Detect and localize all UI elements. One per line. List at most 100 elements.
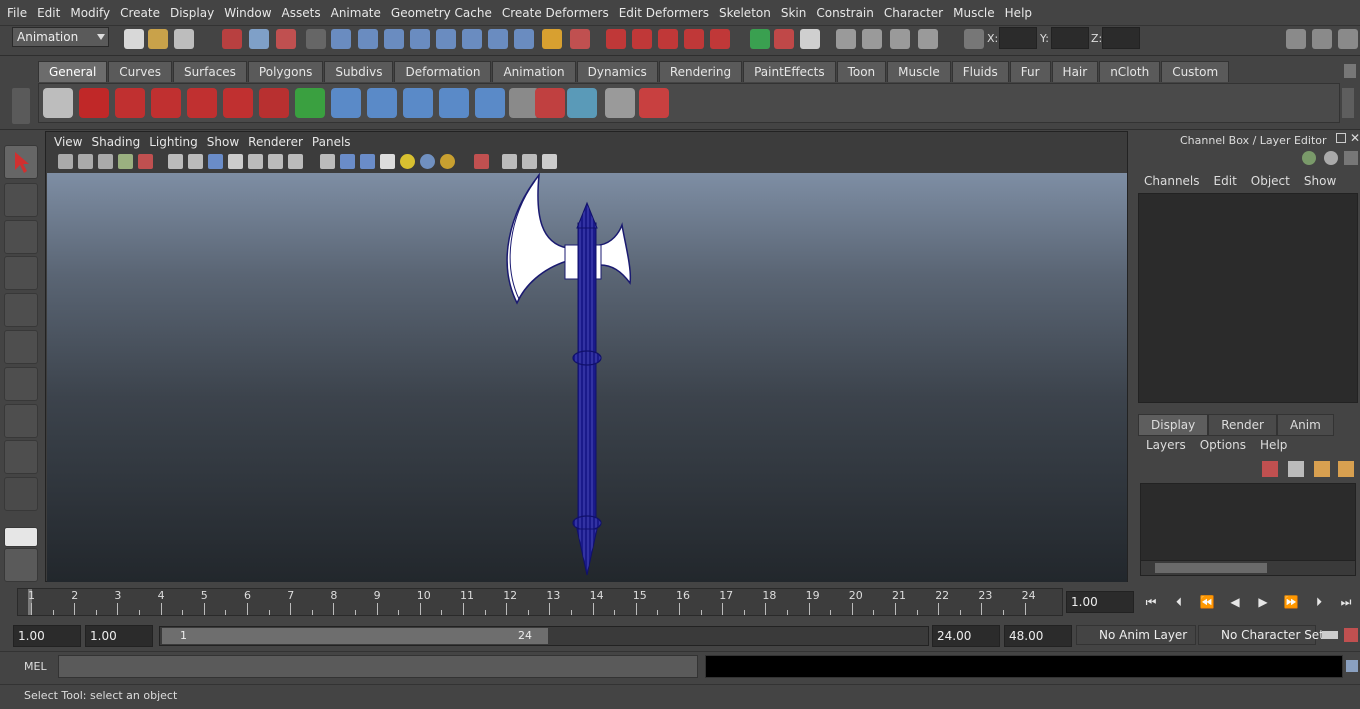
- shelf-tab-rendering[interactable]: Rendering: [658, 61, 743, 82]
- close-panel-icon[interactable]: ✕: [1350, 131, 1360, 145]
- skin-bind-icon[interactable]: [439, 88, 469, 118]
- step-back-key-icon[interactable]: ⏪: [1199, 594, 1215, 610]
- hypershade-icon[interactable]: [890, 29, 910, 49]
- move-tool-icon[interactable]: [4, 256, 38, 290]
- shelf-tab-painteffects[interactable]: PaintEffects: [743, 61, 836, 82]
- ipr-render-icon[interactable]: [836, 29, 856, 49]
- two-d-pan-zoom-icon[interactable]: [138, 154, 153, 169]
- smooth-shade-icon[interactable]: [340, 154, 355, 169]
- hypergraph-icon[interactable]: [535, 88, 565, 118]
- rotate-tool-shelf-icon[interactable]: [187, 88, 217, 118]
- anim-layer-dropdown[interactable]: No Anim Layer: [1076, 625, 1196, 645]
- channelbox-menu-show[interactable]: Show: [1304, 174, 1336, 188]
- snap-grid-icon[interactable]: [606, 29, 626, 49]
- animation-preferences-icon[interactable]: [1344, 628, 1358, 642]
- viewport-menu-lighting[interactable]: Lighting: [149, 135, 205, 149]
- menu-skin[interactable]: Skin: [776, 6, 812, 20]
- mel-input[interactable]: [58, 655, 698, 678]
- select-object-icon[interactable]: [249, 29, 269, 49]
- layer-menu-help[interactable]: Help: [1260, 438, 1287, 452]
- channel-box-mode-icon[interactable]: [1302, 151, 1316, 165]
- mask-icon[interactable]: [306, 29, 326, 49]
- gate-mask-icon[interactable]: [228, 154, 243, 169]
- current-time-field[interactable]: 1.00: [1066, 591, 1134, 613]
- layout-single-icon[interactable]: [4, 527, 38, 547]
- tab-display[interactable]: Display: [1138, 414, 1209, 436]
- trash-icon[interactable]: [1344, 64, 1356, 78]
- attribute-mode-icon[interactable]: [1324, 151, 1338, 165]
- step-forward-key-icon[interactable]: ⏩: [1283, 594, 1299, 610]
- select-handles-icon[interactable]: [331, 29, 351, 49]
- joint-tool-icon[interactable]: [367, 88, 397, 118]
- shelf-tab-curves[interactable]: Curves: [108, 61, 172, 82]
- menu-character[interactable]: Character: [879, 6, 948, 20]
- xray-joints-icon[interactable]: [522, 154, 537, 169]
- tab-anim[interactable]: Anim: [1276, 414, 1334, 436]
- shelf-menu-icon[interactable]: [12, 88, 30, 124]
- channel-list[interactable]: [1138, 193, 1358, 403]
- menu-geometry-cache[interactable]: Geometry Cache: [386, 6, 497, 20]
- script-editor-icon[interactable]: [1346, 660, 1358, 672]
- help-question-icon[interactable]: [79, 88, 109, 118]
- menu-create[interactable]: Create: [115, 6, 165, 20]
- shelf-tab-polygons[interactable]: Polygons: [247, 61, 324, 82]
- field-chart-icon[interactable]: [248, 154, 263, 169]
- tool-settings-mode-icon[interactable]: [1344, 151, 1358, 165]
- character-set-dropdown[interactable]: No Character Set: [1198, 625, 1324, 645]
- shelf-tab-toon[interactable]: Toon: [836, 61, 887, 82]
- grid-icon[interactable]: [168, 154, 183, 169]
- play-backward-icon[interactable]: ◀: [1227, 594, 1243, 610]
- shelf-tab-subdivs[interactable]: Subdivs: [324, 61, 394, 82]
- attribute-editor-icon[interactable]: [1286, 29, 1306, 49]
- select-dynamics-icon[interactable]: [462, 29, 482, 49]
- safe-title-icon[interactable]: [288, 154, 303, 169]
- playback-start-field[interactable]: 1.00: [85, 625, 153, 647]
- new-layer-selected-icon[interactable]: [1288, 461, 1304, 477]
- cube-icon[interactable]: [605, 88, 635, 118]
- quick-layout-icon[interactable]: [4, 548, 38, 582]
- viewport-menu-renderer[interactable]: Renderer: [248, 135, 310, 149]
- rotate-tool-icon[interactable]: [4, 293, 38, 327]
- channelbox-menu-channels[interactable]: Channels: [1144, 174, 1200, 188]
- cluster-icon[interactable]: [475, 88, 505, 118]
- menu-modify[interactable]: Modify: [65, 6, 115, 20]
- select-component-icon[interactable]: [276, 29, 296, 49]
- select-hierarchy-icon[interactable]: [222, 29, 242, 49]
- resolution-gate-icon[interactable]: [208, 154, 223, 169]
- show-manipulator-icon[interactable]: [4, 440, 38, 474]
- layer-menu-layers[interactable]: Layers: [1146, 438, 1186, 452]
- shelf-tab-muscle[interactable]: Muscle: [887, 61, 951, 82]
- tool-settings-icon[interactable]: [1312, 29, 1332, 49]
- play-forward-icon[interactable]: ▶: [1255, 594, 1271, 610]
- hierarchy-icon[interactable]: [403, 88, 433, 118]
- isolate-select-icon[interactable]: [474, 154, 489, 169]
- shelf-tab-hair[interactable]: Hair: [1051, 61, 1099, 82]
- playback-end-field[interactable]: 24.00: [932, 625, 1000, 647]
- viewport-menu-show[interactable]: Show: [207, 135, 246, 149]
- render-current-frame-icon[interactable]: [800, 29, 820, 49]
- scale-tool-shelf-icon[interactable]: [223, 88, 253, 118]
- auto-key-icon[interactable]: [1322, 631, 1338, 639]
- menu-display[interactable]: Display: [165, 6, 219, 20]
- film-gate-icon[interactable]: [188, 154, 203, 169]
- select-deformers-icon[interactable]: [436, 29, 456, 49]
- scale-tool-icon[interactable]: [4, 330, 38, 364]
- start-time-field[interactable]: 1.00: [13, 625, 81, 647]
- last-tool-icon[interactable]: [4, 477, 38, 511]
- select-tool-shelf-icon[interactable]: [115, 88, 145, 118]
- shelf-tab-deformation[interactable]: Deformation: [394, 61, 492, 82]
- menu-file[interactable]: File: [2, 6, 32, 20]
- go-to-start-icon[interactable]: ⏮: [1143, 594, 1159, 610]
- xray-components-icon[interactable]: [542, 154, 557, 169]
- shelf-tab-ncloth[interactable]: nCloth: [1099, 61, 1161, 82]
- transform-input-icon[interactable]: [964, 29, 984, 49]
- layer-scrollbar[interactable]: [1140, 560, 1356, 576]
- shading-sphere-icon[interactable]: [567, 88, 597, 118]
- select-surfaces-icon[interactable]: [410, 29, 430, 49]
- shelf-scroll[interactable]: [1342, 88, 1354, 118]
- render-globals-icon[interactable]: [918, 29, 938, 49]
- menu-edit-deformers[interactable]: Edit Deformers: [614, 6, 714, 20]
- select-rendering-icon[interactable]: [488, 29, 508, 49]
- save-scene-icon[interactable]: [174, 29, 194, 49]
- range-track[interactable]: 1 24: [159, 626, 929, 646]
